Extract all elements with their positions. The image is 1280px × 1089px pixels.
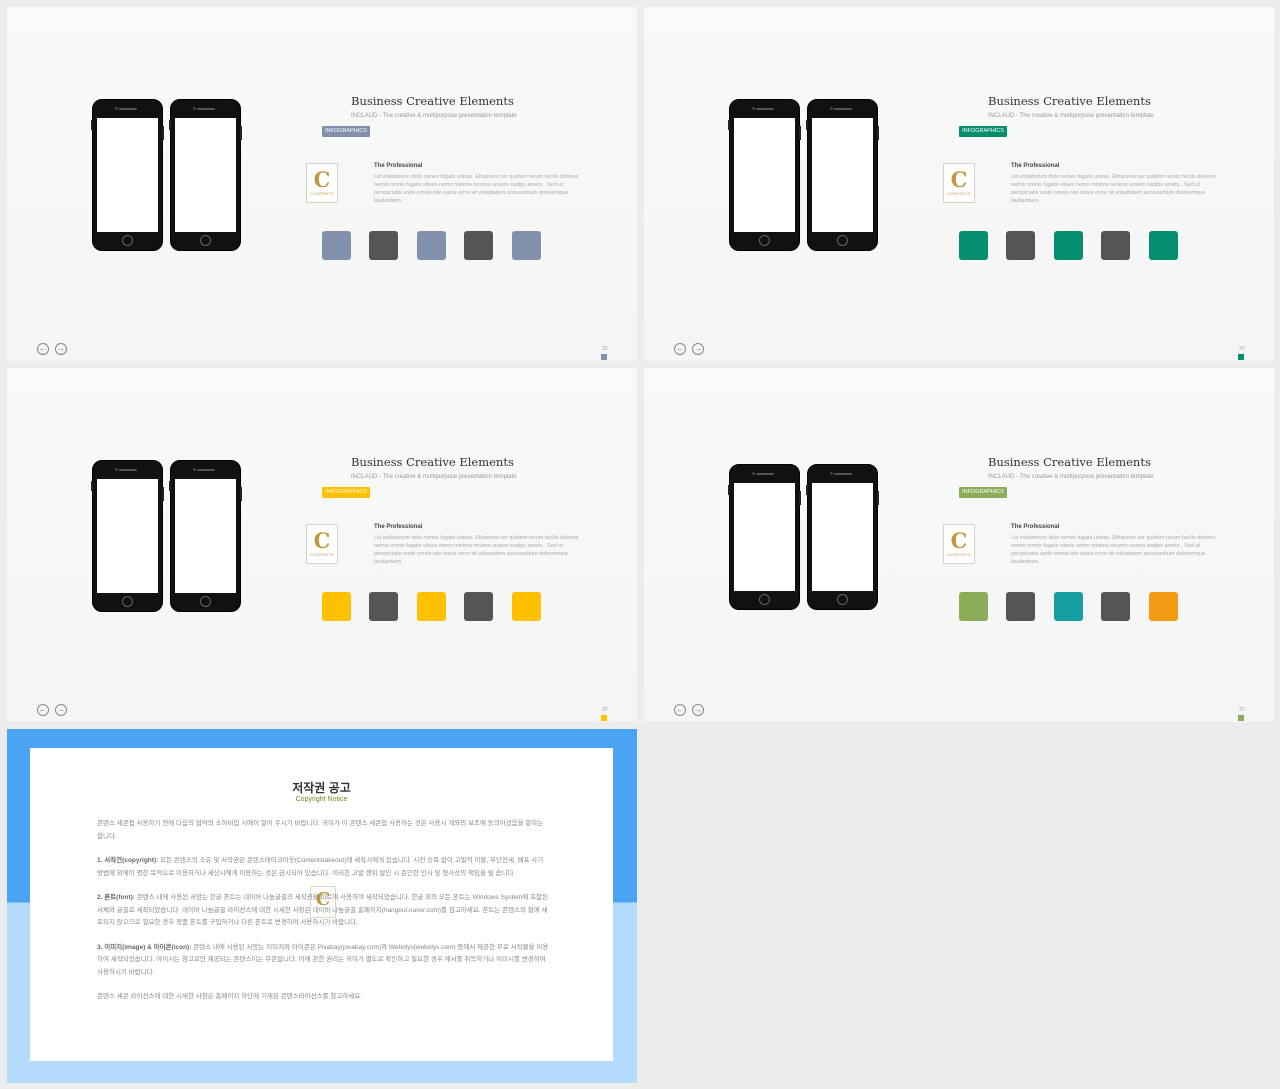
contents-logo-icon: C CONTENTS [943,524,975,564]
color-square [322,231,351,260]
home-button-icon [837,594,848,605]
home-button-icon [122,235,133,246]
contents-logo-icon: C CONTENTS [943,163,975,203]
professional-text: Lid estlaborum dolo rumes fugats untras.… [374,174,579,204]
color-square [417,592,446,621]
color-square [1149,231,1178,260]
color-square [1101,592,1130,621]
notice-body: 콘텐스 세콘핍 사용하기 전에 다음의 협약의 소하비입 시에이 말어 주시기 … [97,818,549,1016]
slide-subtitle: INCLAUD - The creative & multipurpose pr… [351,474,517,480]
color-square [417,231,446,260]
notice-copyright-paragraph: 1. 서작건(copyright): 모든 콘텐스의 소유 및 서작권은 콘텐스… [97,857,544,877]
slide-1: Business Creative Elements INCLAUD - The … [7,7,637,361]
copyright-notice-slide: 저작권 공고 Copyright Notice C 콘텐스 세콘핍 사용하기 전… [7,729,637,1083]
color-square [1149,592,1178,621]
phone-mockup [728,99,801,251]
slide-subtitle: INCLAUD - The creative & multipurpose pr… [351,113,517,119]
home-button-icon [837,235,848,246]
notice-closing: 콘텐스 세콘 라이선스에 대한 시세한 사항은 홈페이지 하단에 기재된 콘텐스… [97,993,363,1000]
color-square [369,231,398,260]
color-square [464,231,493,260]
professional-text: Lid estlaborum dolo rumes fugats untras.… [1011,174,1216,204]
phone-screen [812,118,873,232]
page-number: 37 [1239,707,1245,713]
prev-arrow-icon[interactable]: ← [37,343,49,355]
notice-intro: 콘텐스 세콘핍 사용하기 전에 다음의 협약의 소하비입 시에이 말어 주시기 … [97,820,544,840]
notice-image-paragraph: 3. 이미지(image) & 아이콘(icon): 콘텐스 내에 사용된 서양… [97,943,549,976]
infographics-tag: INFOGRAPHICS [322,487,370,498]
slide-title: Business Creative Elements [351,94,514,108]
home-button-icon [200,235,211,246]
next-arrow-icon[interactable]: → [55,343,67,355]
contents-logo-icon: C CONTENTS [306,163,338,203]
phone-screen [812,483,873,591]
phone-mockup [91,99,164,251]
professional-title: The Professional [1011,163,1060,169]
phone-screen [175,479,236,593]
professional-text: Lid estlaborum dolo rumes fugats untras.… [374,535,579,565]
phone-screen [734,483,795,591]
home-button-icon [122,596,133,607]
color-square [1101,231,1130,260]
page-indicator [601,354,607,360]
home-button-icon [759,235,770,246]
slide-subtitle: INCLAUD - The creative & multipurpose pr… [988,474,1154,480]
color-square [1054,592,1083,621]
professional-title: The Professional [374,524,423,530]
notice-card: 저작권 공고 Copyright Notice C 콘텐스 세콘핍 사용하기 전… [30,748,613,1061]
professional-title: The Professional [374,163,423,169]
color-square [512,231,541,260]
page-number: 37 [602,346,608,352]
slide-title: Business Creative Elements [988,455,1151,469]
home-button-icon [759,594,770,605]
color-square [464,592,493,621]
page-number: 37 [602,707,608,713]
next-arrow-icon[interactable]: → [692,704,704,716]
phone-mockup [728,464,801,610]
slide-3: Business Creative Elements INCLAUD - The … [7,368,637,722]
prev-arrow-icon[interactable]: ← [674,343,686,355]
color-square [959,592,988,621]
slide-4: Business Creative Elements INCLAUD - The … [644,368,1274,722]
page-number: 37 [1239,346,1245,352]
color-square [1006,231,1035,260]
color-square [369,592,398,621]
phone-mockup [169,99,242,251]
page-indicator [601,715,607,721]
color-square [322,592,351,621]
slide-title: Business Creative Elements [351,455,514,469]
slide-title: Business Creative Elements [988,94,1151,108]
prev-arrow-icon[interactable]: ← [674,704,686,716]
color-square [1006,592,1035,621]
prev-arrow-icon[interactable]: ← [37,704,49,716]
slide-2: Business Creative Elements INCLAUD - The … [644,7,1274,361]
infographics-tag: INFOGRAPHICS [322,126,370,137]
notice-font-paragraph: 2. 폰트(font): 콘텐스 내에 사용된 서양는 한글 폰트는 네이버 나… [97,894,549,926]
phone-screen [734,118,795,232]
notice-subtitle: Copyright Notice [295,796,348,803]
phone-mockup [806,99,879,251]
phone-screen [97,118,158,232]
color-square [1054,231,1083,260]
phone-mockup [91,460,164,612]
professional-title: The Professional [1011,524,1060,530]
phone-mockup [169,460,242,612]
slide-subtitle: INCLAUD - The creative & multipurpose pr… [988,113,1154,119]
contents-logo-icon: C CONTENTS [306,524,338,564]
page-indicator [1238,715,1244,721]
phone-screen [175,118,236,232]
page-indicator [1238,354,1244,360]
notice-title: 저작권 공고 [292,781,351,795]
home-button-icon [200,596,211,607]
next-arrow-icon[interactable]: → [692,343,704,355]
color-square [959,231,988,260]
next-arrow-icon[interactable]: → [55,704,67,716]
professional-text: Lid estlaborum dolo rumes fugats untras.… [1011,535,1216,565]
infographics-tag: INFOGRAPHICS [959,126,1007,137]
color-square [512,592,541,621]
phone-screen [97,479,158,593]
infographics-tag: INFOGRAPHICS [959,487,1007,498]
phone-mockup [806,464,879,610]
